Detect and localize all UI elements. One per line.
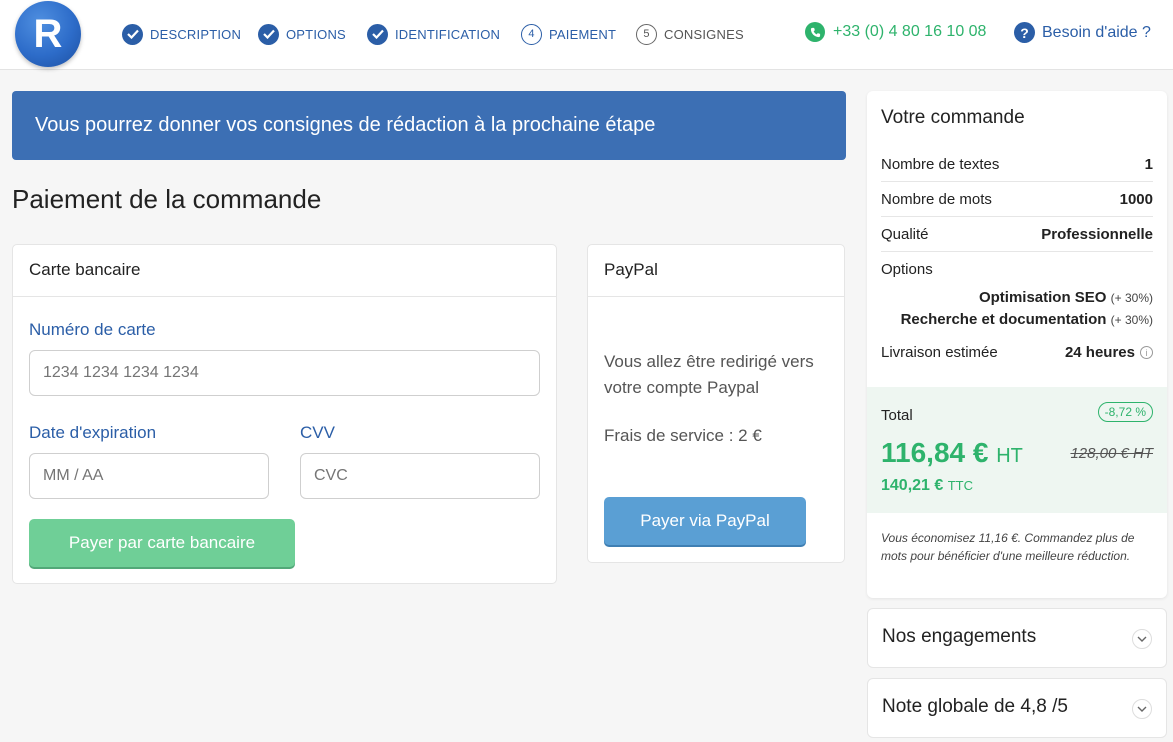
price-ht: 116,84 € HT <box>881 437 1023 469</box>
row-value: 1000 <box>1119 190 1153 208</box>
step-consignes[interactable]: 5 CONSIGNES <box>636 23 744 45</box>
info-icon[interactable]: i <box>1140 346 1153 359</box>
phone-icon <box>805 22 825 42</box>
step-label: PAIEMENT <box>549 26 617 42</box>
step-options[interactable]: OPTIONS <box>258 23 346 45</box>
page-title: Paiement de la commande <box>12 184 322 214</box>
options-label: Options <box>881 261 933 278</box>
discount-badge: -8,72 % <box>1097 402 1153 422</box>
top-header: R DESCRIPTION OPTIONS IDENTIFICATION 4 P… <box>0 0 1173 70</box>
option-name: Recherche et documentation <box>900 311 1107 328</box>
step-identification[interactable]: IDENTIFICATION <box>367 23 500 45</box>
accordion-engagements[interactable]: Nos engagements <box>867 608 1167 668</box>
expiry-input[interactable] <box>29 453 269 499</box>
step-description[interactable]: DESCRIPTION <box>122 23 241 45</box>
delivery-value: 24 heures <box>1064 344 1135 361</box>
order-summary: Votre commande Nombre de textes 1 Nombre… <box>867 91 1167 598</box>
phone-link[interactable]: +33 (0) 4 80 16 10 08 <box>805 22 986 42</box>
row-label: Nombre de mots <box>881 190 992 208</box>
step-label: CONSIGNES <box>664 26 744 42</box>
accordion-rating[interactable]: Note globale de 4,8 /5 <box>867 678 1167 738</box>
card-payment-panel: Carte bancaire Numéro de carte Date d'ex… <box>12 244 557 584</box>
expiry-label: Date d'expiration <box>29 423 157 442</box>
pay-paypal-button[interactable]: Payer via PayPal <box>604 497 806 545</box>
paypal-redirect-text: Vous allez être redirigé vers votre comp… <box>604 352 814 397</box>
price-ttc-value: 140,21 € <box>881 477 944 494</box>
check-icon <box>122 23 143 45</box>
accordion-title: Nos engagements <box>882 626 1037 647</box>
info-banner: Vous pourrez donner vos consignes de réd… <box>12 91 846 160</box>
paypal-panel: PayPal Vous allez être redirigé vers vot… <box>587 244 845 563</box>
option-name: Optimisation SEO <box>978 289 1107 306</box>
paypal-fee-text: Frais de service : 2 € <box>604 426 762 445</box>
step-label: DESCRIPTION <box>150 26 242 42</box>
card-panel-title: Carte bancaire <box>13 245 556 297</box>
price-ttc: 140,21 € TTC <box>881 477 973 495</box>
step-label: OPTIONS <box>286 26 346 42</box>
order-row: Nombre de textes 1 <box>881 147 1153 182</box>
total-box: Total -8,72 % 116,84 € HT 128,00 € HT 14… <box>867 387 1167 513</box>
option-extra: (+ 30%) <box>1110 313 1153 327</box>
chevron-down-icon <box>1132 629 1152 649</box>
step-paiement[interactable]: 4 PAIEMENT <box>521 23 616 45</box>
accordion-title: Note globale de 4,8 /5 <box>882 696 1068 717</box>
row-label: Nombre de textes <box>881 155 1000 173</box>
option-item: Optimisation SEO (+ 30%) <box>979 289 1153 306</box>
order-row: Qualité Professionnelle <box>881 217 1153 252</box>
step-number: 4 <box>521 23 542 45</box>
price-ht-value: 116,84 € <box>881 437 989 468</box>
cvv-label: CVV <box>300 423 335 442</box>
option-extra: (+ 30%) <box>1110 291 1153 305</box>
savings-note: Vous économisez 11,16 €. Commandez plus … <box>881 531 1135 563</box>
order-row: Nombre de mots 1000 <box>881 182 1153 217</box>
check-icon <box>258 23 279 45</box>
paypal-panel-title: PayPal <box>588 245 844 297</box>
row-value: 1 <box>1144 155 1153 173</box>
step-number: 5 <box>636 23 657 45</box>
option-item: Recherche et documentation (+ 30%) <box>901 311 1153 328</box>
help-link[interactable]: ? Besoin d'aide ? <box>1014 22 1151 43</box>
help-label: Besoin d'aide ? <box>1042 23 1151 41</box>
total-label: Total <box>881 407 913 424</box>
order-title: Votre commande <box>881 107 1025 128</box>
card-number-input[interactable] <box>29 350 540 396</box>
pay-card-button[interactable]: Payer par carte bancaire <box>29 519 295 567</box>
row-value: Professionnelle <box>1041 225 1153 243</box>
brand-logo[interactable]: R <box>15 1 81 67</box>
row-label: Qualité <box>881 225 929 243</box>
price-ht-suffix: HT <box>996 445 1023 467</box>
chevron-down-icon <box>1132 699 1152 719</box>
step-label: IDENTIFICATION <box>395 26 501 42</box>
cvv-input[interactable] <box>300 453 540 499</box>
card-number-label: Numéro de carte <box>29 320 156 339</box>
question-icon: ? <box>1014 22 1035 43</box>
price-old: 128,00 € HT <box>1070 445 1153 462</box>
delivery-label: Livraison estimée <box>881 344 998 361</box>
delivery-row: Livraison estimée 24 heures i <box>881 344 1153 361</box>
phone-number: +33 (0) 4 80 16 10 08 <box>833 23 987 40</box>
price-ttc-suffix: TTC <box>947 478 974 493</box>
check-icon <box>367 23 388 45</box>
logo-letter: R <box>33 12 63 56</box>
